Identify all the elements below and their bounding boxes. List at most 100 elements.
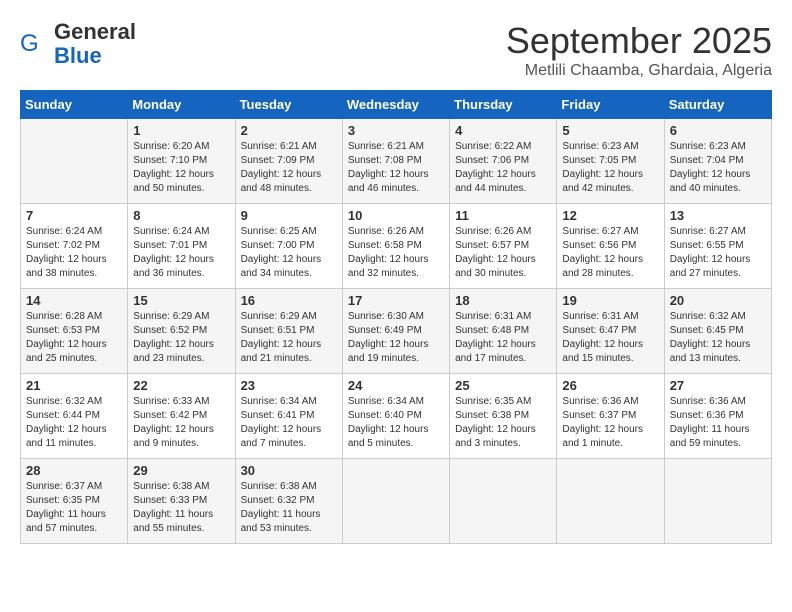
- logo-text: General Blue: [54, 20, 136, 68]
- cell-content: Sunrise: 6:23 AM Sunset: 7:05 PM Dayligh…: [562, 140, 658, 196]
- calendar-cell: [664, 459, 771, 544]
- calendar-cell: 19 Sunrise: 6:31 AM Sunset: 6:47 PM Dayli…: [557, 289, 664, 374]
- cell-content: Sunrise: 6:32 AM Sunset: 6:44 PM Dayligh…: [26, 395, 122, 451]
- day-number: 27: [670, 378, 766, 393]
- cell-content: Sunrise: 6:26 AM Sunset: 6:58 PM Dayligh…: [348, 225, 444, 281]
- cell-content: Sunrise: 6:32 AM Sunset: 6:45 PM Dayligh…: [670, 310, 766, 366]
- day-number: 14: [26, 293, 122, 308]
- cell-content: Sunrise: 6:37 AM Sunset: 6:35 PM Dayligh…: [26, 480, 122, 536]
- calendar-cell: 4Sunrise: 6:22 AM Sunset: 7:06 PM Daylig…: [450, 119, 557, 204]
- day-number: 23: [241, 378, 337, 393]
- cell-content: Sunrise: 6:20 AM Sunset: 7:10 PM Dayligh…: [133, 140, 229, 196]
- cell-content: Sunrise: 6:31 AM Sunset: 6:48 PM Dayligh…: [455, 310, 551, 366]
- cell-content: Sunrise: 6:30 AM Sunset: 6:49 PM Dayligh…: [348, 310, 444, 366]
- calendar-cell: 12 Sunrise: 6:27 AM Sunset: 6:56 PM Dayli…: [557, 204, 664, 289]
- calendar-cell: 7 Sunrise: 6:24 AM Sunset: 7:02 PM Daylig…: [21, 204, 128, 289]
- week-row-3: 21 Sunrise: 6:32 AM Sunset: 6:44 PM Dayli…: [21, 374, 772, 459]
- day-number: 12: [562, 208, 658, 223]
- cell-content: Sunrise: 6:24 AM Sunset: 7:01 PM Dayligh…: [133, 225, 229, 281]
- calendar-cell: 8 Sunrise: 6:24 AM Sunset: 7:01 PM Daylig…: [128, 204, 235, 289]
- cell-content: Sunrise: 6:21 AM Sunset: 7:09 PM Dayligh…: [241, 140, 337, 196]
- day-number: 10: [348, 208, 444, 223]
- calendar-cell: 9Sunrise: 6:25 AM Sunset: 7:00 PM Daylig…: [235, 204, 342, 289]
- calendar-cell: 26 Sunrise: 6:36 AM Sunset: 6:37 PM Dayli…: [557, 374, 664, 459]
- day-number: 11: [455, 208, 551, 223]
- calendar-cell: 15 Sunrise: 6:29 AM Sunset: 6:52 PM Dayli…: [128, 289, 235, 374]
- calendar-cell: 2 Sunrise: 6:21 AM Sunset: 7:09 PM Daylig…: [235, 119, 342, 204]
- month-title: September 2025: [506, 20, 772, 62]
- location-subtitle: Metlili Chaamba, Ghardaia, Algeria: [506, 62, 772, 80]
- week-row-4: 28 Sunrise: 6:37 AM Sunset: 6:35 PM Dayli…: [21, 459, 772, 544]
- calendar-cell: 13 Sunrise: 6:27 AM Sunset: 6:55 PM Dayli…: [664, 204, 771, 289]
- cell-content: Sunrise: 6:24 AM Sunset: 7:02 PM Dayligh…: [26, 225, 122, 281]
- calendar-body: 1 Sunrise: 6:20 AM Sunset: 7:10 PM Daylig…: [21, 119, 772, 544]
- cell-content: Sunrise: 6:34 AM Sunset: 6:41 PM Dayligh…: [241, 395, 337, 451]
- day-number: 5: [562, 123, 658, 138]
- logo-blue: Blue: [54, 43, 102, 68]
- day-number: 15: [133, 293, 229, 308]
- svg-text:G: G: [20, 30, 39, 57]
- calendar-cell: 11 Sunrise: 6:26 AM Sunset: 6:57 PM Dayli…: [450, 204, 557, 289]
- calendar-cell: [557, 459, 664, 544]
- day-header-thursday: Thursday: [450, 91, 557, 119]
- day-header-tuesday: Tuesday: [235, 91, 342, 119]
- calendar-cell: 14 Sunrise: 6:28 AM Sunset: 6:53 PM Dayli…: [21, 289, 128, 374]
- calendar-cell: 21 Sunrise: 6:32 AM Sunset: 6:44 PM Dayli…: [21, 374, 128, 459]
- day-number: 17: [348, 293, 444, 308]
- calendar-cell: 30 Sunrise: 6:38 AM Sunset: 6:32 PM Dayli…: [235, 459, 342, 544]
- day-number: 24: [348, 378, 444, 393]
- day-number: 26: [562, 378, 658, 393]
- day-number: 8: [133, 208, 229, 223]
- cell-content: Sunrise: 6:38 AM Sunset: 6:32 PM Dayligh…: [241, 480, 337, 536]
- calendar-cell: 3Sunrise: 6:21 AM Sunset: 7:08 PM Daylig…: [342, 119, 449, 204]
- day-number: 21: [26, 378, 122, 393]
- calendar-cell: 1 Sunrise: 6:20 AM Sunset: 7:10 PM Daylig…: [128, 119, 235, 204]
- calendar-cell: 6Sunrise: 6:23 AM Sunset: 7:04 PM Daylig…: [664, 119, 771, 204]
- cell-content: Sunrise: 6:25 AM Sunset: 7:00 PM Dayligh…: [241, 225, 337, 281]
- calendar-cell: 28 Sunrise: 6:37 AM Sunset: 6:35 PM Dayli…: [21, 459, 128, 544]
- calendar-cell: 22 Sunrise: 6:33 AM Sunset: 6:42 PM Dayli…: [128, 374, 235, 459]
- week-row-1: 7 Sunrise: 6:24 AM Sunset: 7:02 PM Daylig…: [21, 204, 772, 289]
- day-number: 25: [455, 378, 551, 393]
- calendar-cell: 10 Sunrise: 6:26 AM Sunset: 6:58 PM Dayli…: [342, 204, 449, 289]
- day-number: 18: [455, 293, 551, 308]
- cell-content: Sunrise: 6:36 AM Sunset: 6:37 PM Dayligh…: [562, 395, 658, 451]
- calendar-cell: 24 Sunrise: 6:34 AM Sunset: 6:40 PM Dayli…: [342, 374, 449, 459]
- calendar-cell: 23 Sunrise: 6:34 AM Sunset: 6:41 PM Dayli…: [235, 374, 342, 459]
- cell-content: Sunrise: 6:23 AM Sunset: 7:04 PM Dayligh…: [670, 140, 766, 196]
- logo-general: General: [54, 19, 136, 44]
- week-row-2: 14 Sunrise: 6:28 AM Sunset: 6:53 PM Dayli…: [21, 289, 772, 374]
- calendar-cell: 29Sunrise: 6:38 AM Sunset: 6:33 PM Dayli…: [128, 459, 235, 544]
- days-header-row: SundayMondayTuesdayWednesdayThursdayFrid…: [21, 91, 772, 119]
- cell-content: Sunrise: 6:26 AM Sunset: 6:57 PM Dayligh…: [455, 225, 551, 281]
- calendar-cell: 18 Sunrise: 6:31 AM Sunset: 6:48 PM Dayli…: [450, 289, 557, 374]
- cell-content: Sunrise: 6:33 AM Sunset: 6:42 PM Dayligh…: [133, 395, 229, 451]
- day-number: 20: [670, 293, 766, 308]
- calendar-cell: [21, 119, 128, 204]
- day-number: 19: [562, 293, 658, 308]
- cell-content: Sunrise: 6:21 AM Sunset: 7:08 PM Dayligh…: [348, 140, 444, 196]
- week-row-0: 1 Sunrise: 6:20 AM Sunset: 7:10 PM Daylig…: [21, 119, 772, 204]
- cell-content: Sunrise: 6:31 AM Sunset: 6:47 PM Dayligh…: [562, 310, 658, 366]
- calendar-cell: [450, 459, 557, 544]
- cell-content: Sunrise: 6:27 AM Sunset: 6:55 PM Dayligh…: [670, 225, 766, 281]
- calendar-cell: 17 Sunrise: 6:30 AM Sunset: 6:49 PM Dayli…: [342, 289, 449, 374]
- logo-icon: G: [20, 29, 50, 59]
- day-number: 7: [26, 208, 122, 223]
- day-number: 28: [26, 463, 122, 478]
- calendar-cell: [342, 459, 449, 544]
- day-number: 22: [133, 378, 229, 393]
- day-number: 13: [670, 208, 766, 223]
- cell-content: Sunrise: 6:29 AM Sunset: 6:52 PM Dayligh…: [133, 310, 229, 366]
- day-number: 2: [241, 123, 337, 138]
- logo: G General Blue: [20, 20, 136, 68]
- day-number: 30: [241, 463, 337, 478]
- cell-content: Sunrise: 6:34 AM Sunset: 6:40 PM Dayligh…: [348, 395, 444, 451]
- title-area: September 2025 Metlili Chaamba, Ghardaia…: [506, 20, 772, 80]
- cell-content: Sunrise: 6:36 AM Sunset: 6:36 PM Dayligh…: [670, 395, 766, 451]
- calendar-cell: 5 Sunrise: 6:23 AM Sunset: 7:05 PM Daylig…: [557, 119, 664, 204]
- cell-content: Sunrise: 6:29 AM Sunset: 6:51 PM Dayligh…: [241, 310, 337, 366]
- day-number: 1: [133, 123, 229, 138]
- cell-content: Sunrise: 6:28 AM Sunset: 6:53 PM Dayligh…: [26, 310, 122, 366]
- cell-content: Sunrise: 6:27 AM Sunset: 6:56 PM Dayligh…: [562, 225, 658, 281]
